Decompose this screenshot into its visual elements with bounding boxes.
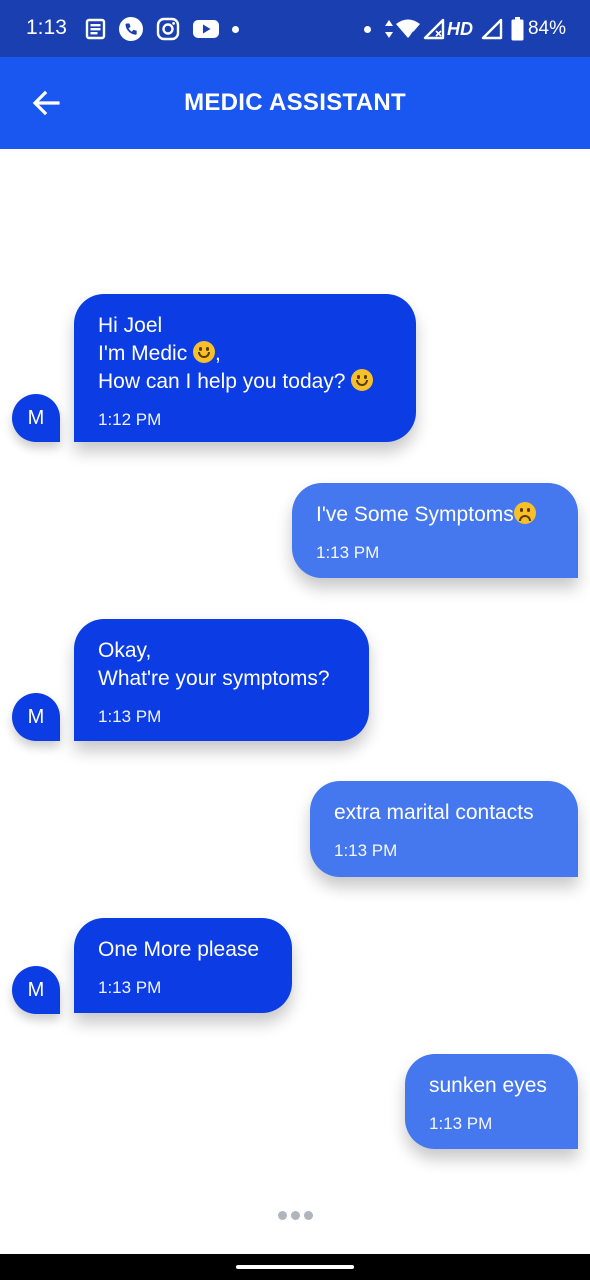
message-text: One More please [98,938,260,961]
bot-message: Okay, What're your symptoms? 1:13 PM [74,619,369,741]
avatar: M [12,966,60,1014]
bot-message: One More please 1:13 PM [74,918,292,1013]
home-indicator[interactable] [236,1265,354,1269]
youtube-icon [192,18,220,40]
message-text: I've Some Symptoms [316,501,554,529]
user-message: extra marital contacts 1:13 PM [310,781,578,877]
user-message: sunken eyes 1:13 PM [405,1054,578,1149]
message-time: 1:13 PM [98,978,162,997]
status-bar: 1:13 4 HD 84% [0,0,590,57]
svg-text:4: 4 [410,30,415,40]
page-title: MEDIC ASSISTANT [184,89,406,116]
message-time: 1:13 PM [334,841,398,860]
smiling-emoji-icon [193,341,216,363]
app-bar: MEDIC ASSISTANT [0,57,590,149]
message-time: 1:12 PM [98,410,162,429]
signal-icon [481,18,503,40]
status-time: 1:13 [26,16,67,39]
message-text: extra marital contacts [334,801,534,824]
avatar: M [12,693,60,741]
user-message: I've Some Symptoms 1:13 PM [292,483,578,578]
bot-message: Hi Joel I'm Medic , How can I help you t… [74,294,416,442]
battery-percentage: 84% [527,18,566,39]
wifi-icon: 4 [395,18,421,40]
grinning-emoji-icon [351,369,374,391]
message-text: sunken eyes [429,1074,547,1097]
phone-icon [118,16,144,42]
signal-icon [423,18,445,40]
avatar: M [12,394,60,442]
typing-indicator-icon [278,1211,313,1220]
dot-icon [363,25,371,33]
news-icon [84,18,106,40]
data-arrows-icon [383,18,395,40]
message-text: Hi Joel I'm Medic , How can I help you t… [98,312,392,396]
instagram-icon [156,17,180,41]
notification-icons [84,15,251,43]
message-time: 1:13 PM [429,1114,493,1133]
battery-icon [511,17,524,41]
navigation-bar [0,1254,590,1280]
worried-emoji-icon [513,502,536,524]
message-time: 1:13 PM [98,707,162,726]
dot-icon [232,25,239,33]
network-type-label: HD [446,18,473,39]
system-status-icons: 4 HD 84% [363,14,566,44]
message-text: Okay, What're your symptoms? [98,639,330,690]
message-time: 1:13 PM [316,543,380,562]
